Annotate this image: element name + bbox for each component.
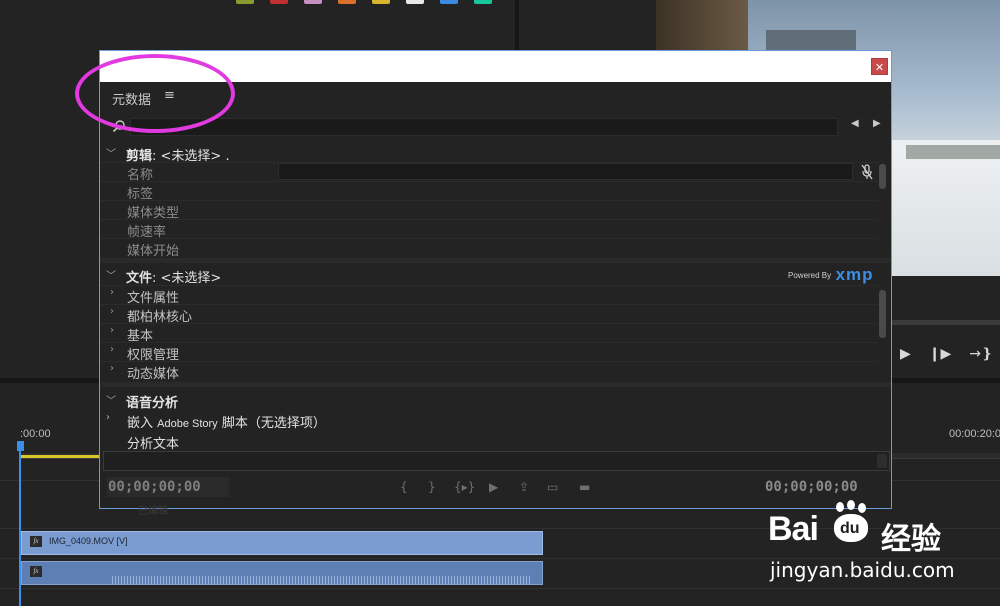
xmp-logo: Powered By xmp bbox=[788, 265, 874, 285]
watermark-url: jingyan.baidu.com bbox=[770, 558, 955, 582]
go-to-out-icon[interactable]: →❵ bbox=[969, 346, 992, 362]
timecode-in[interactable]: 00;00;00;00 bbox=[107, 477, 229, 497]
text-area-scrollbar[interactable] bbox=[877, 454, 887, 468]
chevron-down-icon: ﹀ bbox=[106, 149, 116, 160]
label-color-swatch bbox=[236, 0, 254, 4]
file-row[interactable]: › 基本 bbox=[100, 323, 878, 344]
link-off-icon[interactable] bbox=[860, 164, 874, 180]
step-forward-icon[interactable]: ❙▶ bbox=[929, 346, 952, 362]
file-section-scrollbar[interactable] bbox=[879, 290, 886, 338]
name-field[interactable] bbox=[278, 163, 853, 180]
label-color-swatch bbox=[270, 0, 288, 4]
next-match-icon[interactable]: ▶ bbox=[873, 118, 881, 129]
audio-waveform bbox=[112, 576, 532, 584]
transport-controls: ▶ ❙▶ →❵ bbox=[900, 346, 993, 362]
mark-in-icon[interactable]: { bbox=[400, 480, 408, 494]
baidu-jingyan-watermark: Bai du 经验 jingyan.baidu.com bbox=[768, 500, 988, 590]
chevron-right-icon: › bbox=[110, 363, 114, 374]
playhead[interactable] bbox=[19, 443, 21, 606]
section-separator[interactable] bbox=[100, 382, 891, 387]
fx-badge: fx bbox=[30, 566, 42, 577]
file-row[interactable]: › 都柏林核心 bbox=[100, 304, 878, 325]
search-row: ◀ ▶ bbox=[100, 114, 891, 140]
analysis-text-area[interactable] bbox=[103, 451, 890, 471]
label-color-swatch bbox=[440, 0, 458, 4]
label-color-swatch bbox=[372, 0, 390, 4]
audio-clip[interactable]: fx bbox=[21, 561, 543, 585]
label-color-swatch bbox=[338, 0, 356, 4]
file-row[interactable]: › 权限管理 bbox=[100, 342, 878, 363]
treeline-shape bbox=[906, 145, 1000, 159]
export-icon[interactable]: ⇪ bbox=[519, 480, 529, 494]
clip-section-scrollbar[interactable] bbox=[879, 164, 886, 189]
file-section-header[interactable]: ﹀ 文件: <未选择> bbox=[100, 265, 891, 286]
xmp-text: xmp bbox=[835, 265, 874, 284]
watermark-jingyan-text: 经验 bbox=[881, 522, 941, 557]
playhead-handle[interactable] bbox=[17, 441, 24, 451]
embed-script-label: 嵌入 Adobe Story 脚本（无选择项） bbox=[127, 412, 326, 431]
mark-out-icon[interactable]: } bbox=[428, 480, 436, 494]
fx-badge: fx bbox=[30, 536, 42, 547]
playback-scrub-bar[interactable] bbox=[892, 320, 1000, 325]
previous-match-icon[interactable]: ◀ bbox=[851, 118, 859, 129]
embed-brand: Adobe Story bbox=[157, 418, 218, 430]
watermark-bai-text: Bai bbox=[768, 510, 819, 548]
speech-analysis-title: 语音分析 bbox=[126, 396, 179, 411]
overwrite-icon[interactable]: ▬ bbox=[579, 480, 590, 494]
timeline-end-time: 00:00:20:0 bbox=[949, 428, 1000, 440]
timeline-start-time: :00:00 bbox=[20, 428, 51, 440]
insert-icon[interactable]: ▭ bbox=[547, 480, 558, 494]
file-section-title: 文件 bbox=[126, 271, 153, 286]
play-icon[interactable]: ▶ bbox=[489, 480, 498, 494]
powered-by-text: Powered By bbox=[788, 271, 832, 280]
timecode-out[interactable]: 00;00;00;00 bbox=[765, 477, 858, 497]
metadata-row: 媒体开始 bbox=[100, 238, 878, 259]
annotation-highlight-ellipse bbox=[75, 54, 235, 133]
label-color-swatches bbox=[236, 0, 492, 4]
search-input[interactable] bbox=[130, 118, 838, 136]
clip-name: IMG_0409.MOV [V] bbox=[49, 536, 128, 546]
embed-prefix: 嵌入 bbox=[127, 416, 158, 431]
label-color-swatch bbox=[304, 0, 322, 4]
label-color-swatch bbox=[406, 0, 424, 4]
metadata-row: 标签 bbox=[100, 181, 878, 202]
chevron-right-icon: › bbox=[110, 325, 114, 336]
video-clip[interactable]: fx IMG_0409.MOV [V] bbox=[21, 531, 543, 555]
embed-suffix: 脚本（无选择项） bbox=[217, 416, 326, 431]
metadata-window: ✕ 元数据 ≡ ◀ ▶ ﹀ 剪辑: <未选择> . 名称 标签 媒体类型 帧速率… bbox=[99, 50, 892, 517]
row-label: 媒体开始 bbox=[127, 244, 180, 259]
work-area-bar[interactable] bbox=[20, 455, 100, 458]
file-row[interactable]: › 文件属性 bbox=[100, 285, 878, 306]
section-separator[interactable] bbox=[100, 258, 891, 263]
clip-section-header[interactable]: ﹀ 剪辑: <未选择> . bbox=[100, 143, 891, 164]
file-section-label: 文件: <未选择> bbox=[126, 267, 221, 286]
chevron-down-icon: ﹀ bbox=[106, 271, 116, 282]
metadata-row: 媒体类型 bbox=[100, 200, 878, 221]
metadata-row-name: 名称 bbox=[100, 162, 878, 183]
chevron-right-icon: › bbox=[110, 344, 114, 355]
speech-analysis-header[interactable]: ﹀ 语音分析 bbox=[100, 390, 891, 411]
watermark-du-text: du bbox=[840, 520, 860, 537]
play-in-to-out-icon[interactable]: {▸} bbox=[454, 480, 475, 494]
city-skyline-shape bbox=[766, 30, 856, 52]
close-icon: ✕ bbox=[874, 61, 885, 74]
play-icon[interactable]: ▶ bbox=[900, 346, 911, 362]
file-section-selection: : <未选择> bbox=[152, 271, 222, 286]
chevron-right-icon: › bbox=[106, 412, 110, 423]
row-label: 动态媒体 bbox=[127, 367, 180, 382]
close-button[interactable]: ✕ bbox=[871, 58, 888, 75]
label-color-swatch bbox=[474, 0, 492, 4]
file-row[interactable]: › 动态媒体 bbox=[100, 361, 878, 382]
chevron-right-icon: › bbox=[110, 306, 114, 317]
metadata-row: 帧速率 bbox=[100, 219, 878, 240]
chevron-right-icon: › bbox=[110, 287, 114, 298]
chevron-down-icon: ﹀ bbox=[106, 396, 116, 407]
analyze-text-label: 分析文本 bbox=[127, 437, 180, 452]
embed-script-row[interactable]: › 嵌入 Adobe Story 脚本（无选择项） bbox=[100, 411, 891, 431]
